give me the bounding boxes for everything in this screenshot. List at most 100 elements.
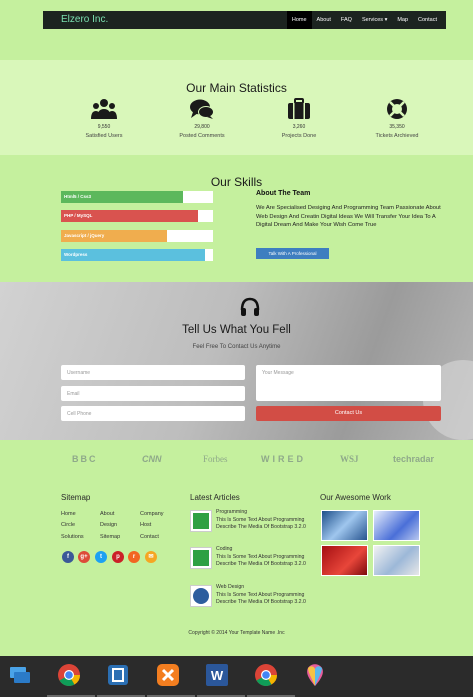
xampp-icon[interactable] <box>156 663 180 687</box>
headphones-icon <box>240 297 260 317</box>
email-icon[interactable]: ✉ <box>145 551 157 563</box>
word-icon[interactable]: W <box>205 663 229 687</box>
code-icon[interactable] <box>190 547 212 569</box>
nav-faq[interactable]: FAQ <box>336 11 357 29</box>
chevron-down-icon: ▾ <box>384 17 388 23</box>
nav-bar: Elzero Inc. Home About FAQ Services ▾ Ma… <box>43 11 446 29</box>
contact-submit-button[interactable]: Contact Us <box>256 406 441 421</box>
stat-value: 29,800 <box>194 124 210 130</box>
brands-strip: BBC CNN Forbes WIRED WSJ techradar <box>0 440 473 478</box>
work-thumbnail[interactable] <box>373 545 420 576</box>
stat-label: Tickets Archieved <box>375 133 419 139</box>
phone-field[interactable]: Cell Phone <box>61 406 245 421</box>
twitter-icon[interactable]: t <box>95 551 107 563</box>
footer-link-about[interactable]: About <box>100 511 114 517</box>
users-icon <box>59 96 149 120</box>
skill-label: Wordpress <box>64 252 88 257</box>
statistics-title: Our Main Statistics <box>186 81 287 95</box>
nav-contact[interactable]: Contact <box>413 11 442 29</box>
article-item[interactable]: Programming This Is Some Text About Prog… <box>216 509 316 532</box>
lifebuoy-icon <box>352 96 442 120</box>
contact-title: Tell Us What You Fell <box>182 324 291 336</box>
article-item[interactable]: Web Design This Is Some Text About Progr… <box>216 584 316 607</box>
pinterest-icon[interactable]: p <box>112 551 124 563</box>
article-title: Web Design <box>216 584 245 590</box>
article-title: Programming <box>216 509 248 515</box>
team-title: About The Team <box>256 190 311 197</box>
stat-users: 9,550 Satisfied Users <box>59 96 149 139</box>
comments-icon <box>157 96 247 120</box>
article-text: This Is Some Text About Programming Desc… <box>216 591 306 606</box>
footer-link-host[interactable]: Host <box>140 522 151 528</box>
awesome-work-title: Our Awesome Work <box>320 493 391 502</box>
techradar-logo: techradar <box>393 454 435 464</box>
stat-label: Posted Comments <box>179 133 225 139</box>
calculator-icon[interactable] <box>190 510 212 532</box>
bbc-logo: BBC <box>72 454 98 464</box>
work-thumbnail[interactable] <box>321 510 368 541</box>
cnn-logo: CNN <box>142 454 162 464</box>
nav-home[interactable]: Home <box>286 11 312 29</box>
footer: Sitemap Home About Company Circle Design… <box>0 478 473 656</box>
footer-link-contact[interactable]: Contact <box>140 534 159 540</box>
article-text: This Is Some Text About Programming Desc… <box>216 553 306 568</box>
talk-professional-button[interactable]: Talk With A Professional <box>256 248 329 259</box>
nav-services[interactable]: Services ▾ <box>357 11 392 29</box>
stat-value: 9,550 <box>97 124 111 130</box>
email-field[interactable]: Email <box>61 386 245 401</box>
stat-label: Satisfied Users <box>85 133 123 139</box>
footer-link-design[interactable]: Design <box>100 522 117 528</box>
skill-bar: PHP / MySQL <box>61 210 213 222</box>
footer-link-home[interactable]: Home <box>61 511 76 517</box>
stat-label: Projects Done <box>281 133 317 139</box>
skill-label: PHP / MySQL <box>64 213 93 218</box>
nav-map[interactable]: Map <box>392 11 413 29</box>
stat-comments: 29,800 Posted Comments <box>157 96 247 139</box>
footer-link-sitemap[interactable]: Sitemap <box>100 534 120 540</box>
brand-logo[interactable]: Elzero Inc. <box>61 14 108 25</box>
google-plus-icon[interactable]: g+ <box>78 551 90 563</box>
forbes-logo: Forbes <box>203 454 228 464</box>
stat-tickets: 35,350 Tickets Archieved <box>352 96 442 139</box>
sitemap-title: Sitemap <box>61 493 91 502</box>
footer-link-solutions[interactable]: Solutions <box>61 534 84 540</box>
contact-subtitle: Feel Free To Contact Us Anytime <box>192 344 281 350</box>
taskbar: W <box>0 656 473 697</box>
skill-bar: Wordpress <box>61 249 213 261</box>
facebook-icon[interactable]: f <box>62 551 74 563</box>
explorer-icon[interactable] <box>8 663 32 687</box>
wsj-logo: WSJ <box>340 454 359 464</box>
article-title: Coding <box>216 546 233 552</box>
top-navigation: Elzero Inc. Home About FAQ Services ▾ Ma… <box>0 0 473 29</box>
article-text: This Is Some Text About Programming Desc… <box>216 516 306 531</box>
main-menu: Home About FAQ Services ▾ Map Contact <box>286 11 442 29</box>
chrome-icon[interactable] <box>254 663 278 687</box>
skill-label: Javascript / jQuery <box>64 233 105 238</box>
latest-articles-title: Latest Articles <box>190 493 240 502</box>
footer-link-circle[interactable]: Circle <box>61 522 75 528</box>
footer-link-company[interactable]: Company <box>140 511 164 517</box>
username-field[interactable]: Username <box>61 365 245 380</box>
nav-services-label: Services <box>361 17 384 23</box>
paint-icon[interactable] <box>303 663 327 687</box>
statistics-section: Our Main Statistics 9,550 Satisfied User… <box>0 60 473 155</box>
app-icon[interactable] <box>106 663 130 687</box>
article-item[interactable]: Coding This Is Some Text About Programmi… <box>216 546 316 569</box>
work-thumbnail[interactable] <box>373 510 420 541</box>
briefcase-icon <box>254 96 344 120</box>
contact-section: Tell Us What You Fell Feel Free To Conta… <box>0 282 473 440</box>
svg-text:W: W <box>211 668 224 683</box>
skill-label: Html5 / Css3 <box>64 194 92 199</box>
wired-logo: WIRED <box>261 454 306 464</box>
rss-icon[interactable]: r <box>128 551 140 563</box>
copyright: Copyright © 2014 Your Template Name .Inc <box>188 630 285 636</box>
skills-title: Our Skills <box>210 175 263 189</box>
nav-about[interactable]: About <box>312 11 336 29</box>
skill-bar: Javascript / jQuery <box>61 230 213 242</box>
stat-projects: 3,260 Projects Done <box>254 96 344 139</box>
work-thumbnail[interactable] <box>321 545 368 576</box>
globe-icon[interactable] <box>190 585 212 607</box>
chrome-icon[interactable] <box>57 663 81 687</box>
skill-bar: Html5 / Css3 <box>61 191 213 203</box>
message-field[interactable]: Your Message <box>256 365 441 401</box>
